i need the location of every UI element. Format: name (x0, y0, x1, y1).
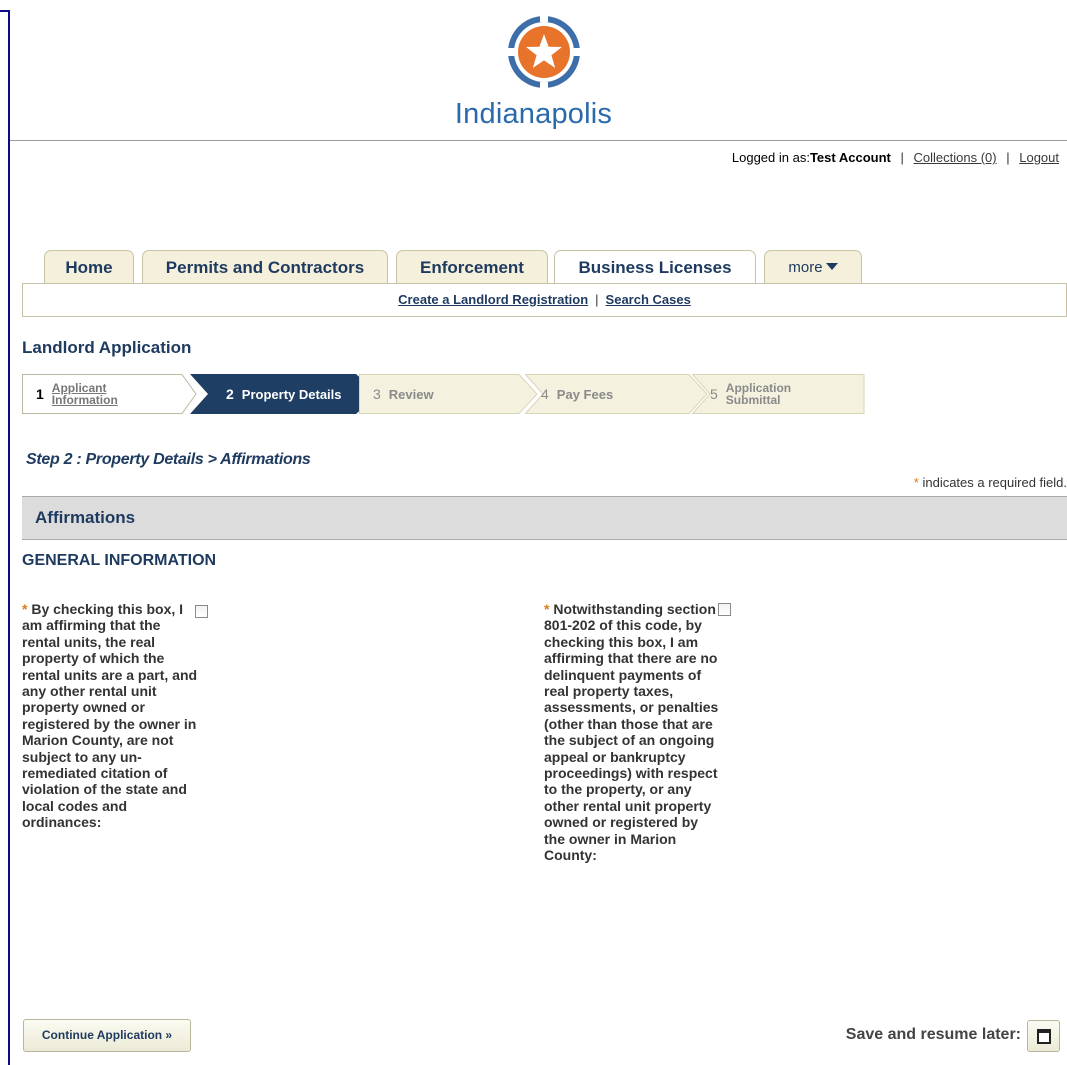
step-number: 5 (710, 386, 718, 402)
subsection-title: GENERAL INFORMATION (22, 552, 217, 569)
account-bar: Logged in as:Test Account | Collections … (732, 150, 1059, 165)
step-heading: Step 2 : Property Details > Affirmations (26, 451, 311, 468)
tab-label: Permits and Contractors (165, 258, 365, 277)
tab-label: Home (65, 258, 113, 277)
page-title: Landlord Application (22, 338, 192, 357)
required-field-note: * indicates a required field. (914, 475, 1067, 490)
separator: | (1006, 150, 1010, 165)
affirmation-checkbox-2[interactable] (718, 603, 731, 616)
tab-label: Business Licenses (578, 258, 732, 277)
save-and-resume-label: Save and resume later: (845, 1026, 1021, 1043)
affirmation-checkbox-1[interactable] (195, 605, 208, 618)
tab-permits-and-contractors[interactable]: Permits and Contractors (142, 250, 388, 283)
required-star: * (544, 601, 550, 617)
indianapolis-logo-icon[interactable] (506, 14, 582, 94)
collections-link[interactable]: Collections (0) (914, 150, 997, 165)
brand-name: Indianapolis (454, 98, 613, 130)
step-number: 1 (36, 386, 44, 402)
window-left-border (8, 10, 10, 1065)
separator: | (595, 292, 599, 307)
step-label: Property Details (241, 386, 342, 402)
required-star: * (22, 601, 28, 617)
save-and-resume-button[interactable] (1027, 1020, 1060, 1052)
affirmation-label-1: * By checking this box, I am affirming t… (22, 601, 198, 831)
account-name: Test Account (809, 150, 891, 165)
tab-label: Enforcement (420, 258, 524, 277)
chevron-down-icon (825, 263, 838, 270)
step-number: 3 (373, 386, 381, 402)
step-applicant-information[interactable]: 1 Applicant Information (22, 374, 210, 414)
affirmation-text: By checking this box, I am affirming tha… (22, 601, 198, 831)
tab-home[interactable]: Home (44, 250, 134, 283)
affirmation-text: Notwithstanding section 801-202 of this … (544, 601, 719, 864)
step-application-submittal: 5 Application Submittal (692, 374, 866, 414)
required-star: * (913, 475, 919, 490)
section-title: Affirmations (35, 508, 136, 527)
site-header: Indianapolis (10, 10, 1067, 141)
save-icon (1037, 1029, 1051, 1044)
step-number: 4 (541, 386, 549, 402)
tab-more[interactable]: more (764, 250, 862, 283)
step-property-details: 2 Property Details (190, 374, 380, 414)
tab-label: more (788, 259, 823, 276)
sub-navigation: Create a Landlord Registration | Search Ca… (22, 283, 1067, 317)
affirmation-label-2: * Notwithstanding section 801-202 of thi… (544, 601, 720, 864)
separator: | (900, 150, 904, 165)
step-label: Applicant Information (51, 381, 118, 407)
continue-application-button[interactable]: Continue Application » (23, 1019, 191, 1052)
create-landlord-registration-link[interactable]: Create a Landlord Registration (398, 292, 588, 307)
required-note-text: indicates a required field. (922, 475, 1067, 490)
logged-in-label: Logged in as: (731, 150, 810, 165)
step-label: Review (388, 386, 434, 402)
tab-enforcement[interactable]: Enforcement (396, 250, 548, 283)
step-pay-fees: 4 Pay Fees (525, 374, 710, 414)
tab-business-licenses[interactable]: Business Licenses (554, 250, 756, 285)
search-cases-link[interactable]: Search Cases (606, 292, 691, 307)
step-number: 2 (226, 386, 234, 402)
section-header: Affirmations (22, 496, 1067, 540)
step-label: Pay Fees (556, 386, 614, 402)
step-review: 3 Review (359, 374, 539, 414)
logout-link[interactable]: Logout (1019, 150, 1059, 165)
step-label: Application Submittal (725, 381, 792, 407)
